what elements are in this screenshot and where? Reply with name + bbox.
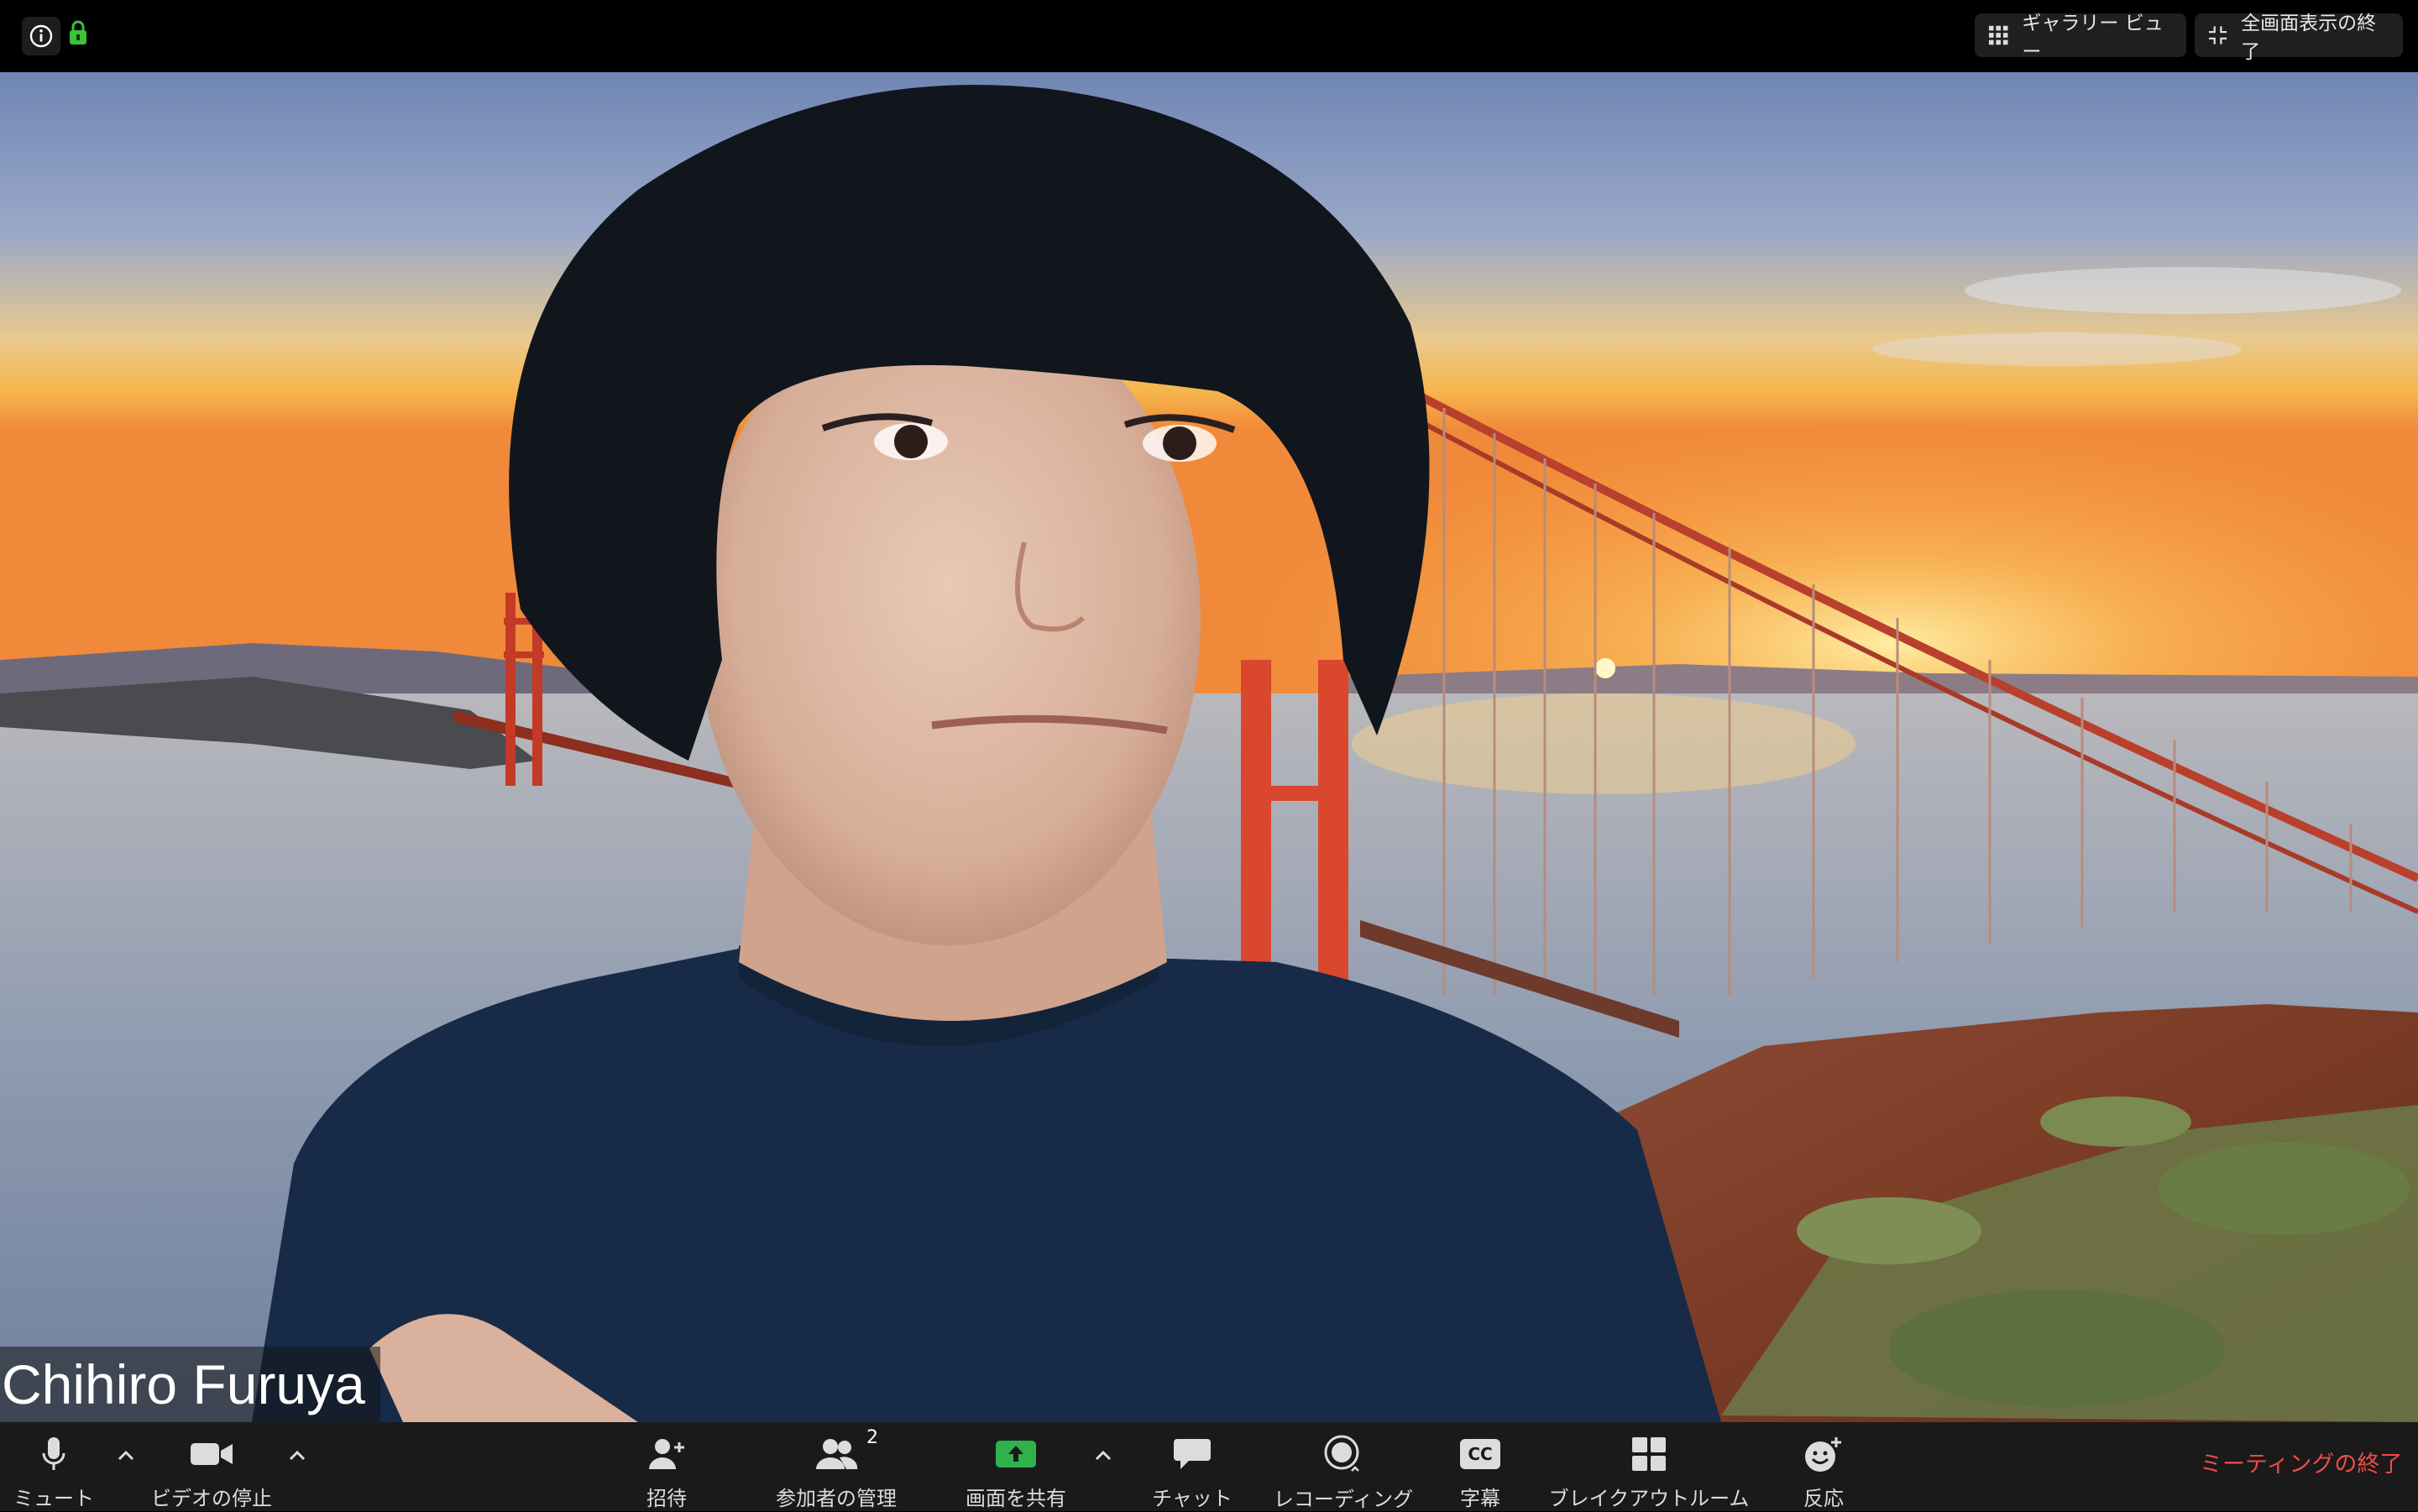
participants-label: 参加者の管理: [776, 1487, 897, 1510]
recording-label: レコーディング: [1273, 1488, 1414, 1511]
end-meeting-button[interactable]: ミーティングの終了: [2200, 1446, 2402, 1478]
meeting-info-button[interactable]: [22, 17, 60, 55]
breakout-rooms-button[interactable]: ブレイクアウトルーム: [1547, 1422, 1751, 1511]
breakout-rooms-label: ブレイクアウトルーム: [1548, 1487, 1750, 1510]
lock-icon[interactable]: [69, 20, 87, 45]
video-frame: [0, 72, 2418, 1422]
mute-button[interactable]: ミュート: [12, 1422, 96, 1511]
grid-icon: [1988, 25, 2008, 45]
exit-fullscreen-icon: [2208, 26, 2227, 44]
captions-label: 字幕: [1460, 1487, 1500, 1510]
stop-video-label: ビデオの停止: [151, 1487, 272, 1510]
audio-options-chevron-icon[interactable]: [114, 1444, 138, 1468]
info-icon: [29, 24, 53, 48]
chat-label: チャット: [1152, 1487, 1233, 1510]
video-camera-icon: [191, 1442, 233, 1465]
participants-icon: [816, 1438, 858, 1469]
share-screen-icon: [996, 1440, 1036, 1468]
invite-button[interactable]: 招待: [638, 1422, 695, 1511]
active-speaker-video: Chihiro Furuya: [0, 72, 2418, 1422]
mute-label: ミュート: [13, 1487, 94, 1510]
share-screen-button[interactable]: 画面を共有: [960, 1422, 1071, 1511]
video-options-chevron-icon[interactable]: [285, 1444, 309, 1468]
exit-fullscreen-button[interactable]: 全画面表示の終了: [2195, 13, 2403, 63]
recording-button[interactable]: レコーディング: [1269, 1422, 1417, 1511]
microphone-icon: [42, 1436, 65, 1470]
record-icon: [1324, 1435, 1359, 1472]
exit-fullscreen-label: 全画面表示の終了: [2241, 13, 2377, 63]
chat-button[interactable]: チャット: [1149, 1422, 1236, 1511]
meeting-toolbar: ミュート ビデオの停止 招待 2 参加者の管理 画面を共有 チャット レコーディ…: [0, 1422, 2418, 1511]
stop-video-button[interactable]: ビデオの停止: [148, 1422, 275, 1511]
participant-name-tag: Chihiro Furuya: [0, 1347, 380, 1422]
share-screen-label: 画面を共有: [966, 1487, 1066, 1510]
reactions-label: 反応: [1803, 1487, 1844, 1510]
smiley-add-icon: [1805, 1436, 1841, 1472]
participants-button[interactable]: 2 参加者の管理: [771, 1422, 902, 1511]
add-person-icon: [649, 1438, 684, 1469]
closed-captions-icon: CC: [1460, 1438, 1500, 1469]
chat-bubble-icon: [1174, 1438, 1211, 1469]
share-options-chevron-icon[interactable]: [1091, 1444, 1115, 1468]
gallery-view-label: ギャラリー ビュー: [2022, 13, 2164, 63]
breakout-rooms-icon: [1632, 1436, 1666, 1471]
top-bar: ギャラリー ビュー 全画面表示の終了: [0, 0, 2418, 72]
invite-label: 招待: [646, 1487, 687, 1510]
participants-count-badge: 2: [866, 1427, 878, 1448]
reactions-button[interactable]: 反応: [1793, 1422, 1854, 1511]
gallery-view-button[interactable]: ギャラリー ビュー: [1975, 13, 2186, 63]
captions-button[interactable]: CC 字幕: [1451, 1422, 1510, 1511]
captions-icon-text: CC: [1468, 1443, 1493, 1464]
